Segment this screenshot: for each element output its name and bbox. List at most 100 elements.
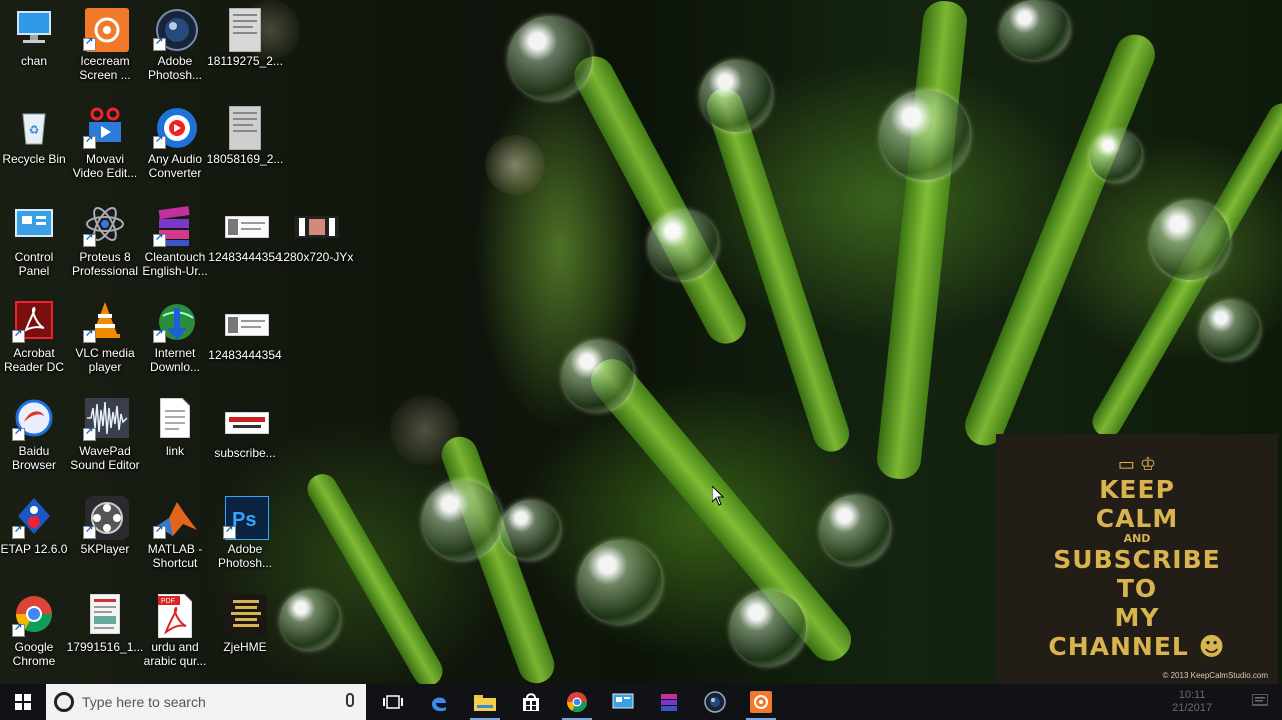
keep-calm-poster: ▭ ♔ KEEP CALM AND SUBSCRIBE TO MY CHANNE… (996, 434, 1278, 684)
task-view-icon (383, 695, 403, 709)
svg-text:♻: ♻ (29, 123, 40, 137)
desktop-icon-icecream-screen[interactable]: Icecream Screen ... (66, 8, 144, 82)
icecream-recorder-icon (83, 8, 129, 52)
desktop-icon-recycle-bin[interactable]: ♻ Recycle Bin (0, 106, 73, 166)
desktop-icon-subscribe[interactable]: subscribe... (206, 411, 284, 460)
desktop-icon-google-chrome[interactable]: Google Chrome (0, 594, 73, 668)
taskbar-file-explorer[interactable] (462, 684, 508, 720)
task-view-button[interactable] (370, 684, 416, 720)
desktop-icon-proteus[interactable]: Proteus 8 Professional (66, 204, 144, 278)
adobe-photoshop-lens-icon (153, 8, 198, 51)
desktop-icon-urdu-arabic-pdf[interactable]: PDF urdu and arabic qur... (136, 593, 214, 668)
taskbar-search-box[interactable]: Type here to search (46, 684, 366, 720)
waveform-icon (83, 398, 129, 441)
desktop-icon-acrobat-reader[interactable]: Acrobat Reader DC (0, 300, 73, 374)
desktop-icon-chan[interactable]: chan (0, 8, 73, 68)
desktop-icon-cleantouch[interactable]: Cleantouch English-Ur... (136, 204, 214, 278)
desktop-icon-1280x720[interactable]: 1280x720-JYx (276, 216, 354, 264)
desktop-icon-wavepad[interactable]: WavePad Sound Editor (66, 398, 144, 472)
system-tray: 10:11 21/2017 (1172, 684, 1282, 720)
cortana-icon (54, 692, 74, 712)
desktop-icon-label: Movavi Video Edit... (72, 152, 138, 180)
poster-footer: © 2013 KeepCalmStudio.com (1162, 671, 1268, 680)
desktop-icon-label: 12483444354 (208, 250, 282, 264)
microphone-icon[interactable] (346, 693, 354, 707)
desktop-icon-etap[interactable]: ETAP 12.6.0 (0, 496, 73, 556)
desktop-icon-control-panel[interactable]: Control Panel (0, 204, 73, 278)
desktop-icon-5kplayer[interactable]: 5KPlayer (66, 496, 144, 556)
desktop-icon-label: Baidu Browser (11, 444, 56, 472)
desktop-icon-label: Icecream Screen ... (79, 54, 131, 82)
subscribe-image-icon (224, 411, 270, 440)
film-reel-icon (83, 496, 129, 540)
mouse-cursor (711, 484, 726, 511)
computer-icon (14, 8, 54, 48)
desktop-icon-any-audio-converter[interactable]: Any Audio Converter (136, 106, 214, 180)
desktop-icon-internet-download-manager[interactable]: Internet Downlo... (136, 300, 214, 374)
poster-line-calm: CALM (1095, 504, 1179, 533)
desktop-icon-label: Adobe Photosh... (147, 54, 203, 82)
start-button[interactable] (0, 684, 46, 720)
taskbar-edge[interactable] (416, 684, 462, 720)
desktop-icon-vlc[interactable]: VLC media player (66, 300, 144, 374)
proteus-atom-icon (83, 204, 125, 247)
image-thumbnail-icon (224, 215, 270, 244)
taskbar-control-panel[interactable] (600, 684, 646, 720)
svg-text:PDF: PDF (161, 598, 175, 605)
desktop-icon-label: Recycle Bin (2, 152, 66, 166)
desktop-icon-label: 5KPlayer (80, 542, 130, 556)
desktop-icon-label: ETAP 12.6.0 (0, 542, 68, 556)
desktop-icon-baidu-browser[interactable]: Baidu Browser (0, 398, 73, 472)
desktop-icon-link[interactable]: link (136, 397, 214, 458)
control-panel-icon (612, 693, 634, 709)
desktop-icon-label: Control Panel (14, 250, 54, 278)
desktop-icon-matlab[interactable]: MATLAB - Shortcut (136, 496, 214, 570)
clock-time: 10:11 (1178, 689, 1206, 701)
recycle-bin-icon: ♻ (14, 106, 54, 146)
image-thumbnail-icon (224, 313, 270, 342)
clock[interactable]: 10:11 21/2017 (1172, 689, 1212, 715)
desktop-icon-label: 17991516_1... (66, 640, 144, 654)
crown-icon: ▭ ♔ (1117, 454, 1157, 474)
poster-line-keep: KEEP (1099, 475, 1175, 504)
document-thumbnail-icon (225, 105, 265, 151)
desktop-icon-zjehme[interactable]: ZjeHME (206, 594, 284, 654)
desktop-icon-label: MATLAB - Shortcut (147, 542, 203, 570)
taskbar-store[interactable] (508, 684, 554, 720)
taskbar-icecream-recorder[interactable] (738, 684, 784, 720)
poster-line-my: MY (1114, 603, 1160, 632)
desktop-icon-label: urdu and arabic qur... (143, 640, 207, 668)
clock-date: 21/2017 (1172, 702, 1212, 714)
desktop-icon-label: Cleantouch English-Ur... (142, 250, 208, 278)
text-file-icon (155, 397, 195, 439)
desktop-icon-movavi[interactable]: Movavi Video Edit... (66, 106, 144, 180)
taskbar-cleantouch[interactable] (646, 684, 692, 720)
taskbar-photoshop[interactable] (692, 684, 738, 720)
desktop-icon-label: 18119275_2... (207, 54, 283, 68)
desktop-icon-18119275[interactable]: 18119275_2... (206, 7, 284, 68)
idm-globe-icon (153, 300, 195, 343)
desktop-icon-label: link (165, 444, 184, 458)
action-center-icon[interactable] (1251, 692, 1269, 711)
chrome-icon (12, 594, 54, 637)
desktop-icon-label: Any Audio Converter (147, 152, 203, 180)
desktop-icon-label: chan (20, 54, 48, 68)
desktop-icon-12483444354-b[interactable]: 12483444354 (206, 313, 284, 362)
document-thumbnail-icon (225, 7, 265, 53)
icecream-recorder-icon (750, 691, 772, 713)
chrome-icon (566, 692, 588, 713)
desktop-icon-adobe-photoshop-2[interactable]: Ps Adobe Photosh... (206, 495, 284, 570)
desktop-icon-12483444354-a[interactable]: 12483444354 (206, 215, 284, 264)
baidu-browser-icon (12, 398, 54, 441)
matlab-icon (153, 496, 197, 539)
books-icon (661, 694, 677, 711)
desktop-icon-18058169[interactable]: 18058169_2... (206, 105, 284, 166)
desktop-icon-label: 1280x720-JYx (276, 250, 354, 264)
desktop-icon-label: Proteus 8 Professional (71, 250, 139, 278)
desktop-icon-17991516[interactable]: 17991516_1... (66, 593, 144, 654)
taskbar-chrome[interactable] (554, 684, 600, 720)
desktop-icon-adobe-photoshop-1[interactable]: Adobe Photosh... (136, 8, 214, 82)
control-panel-icon (14, 204, 54, 244)
desktop-icon-label: Acrobat Reader DC (3, 346, 65, 374)
file-explorer-icon (474, 695, 496, 711)
